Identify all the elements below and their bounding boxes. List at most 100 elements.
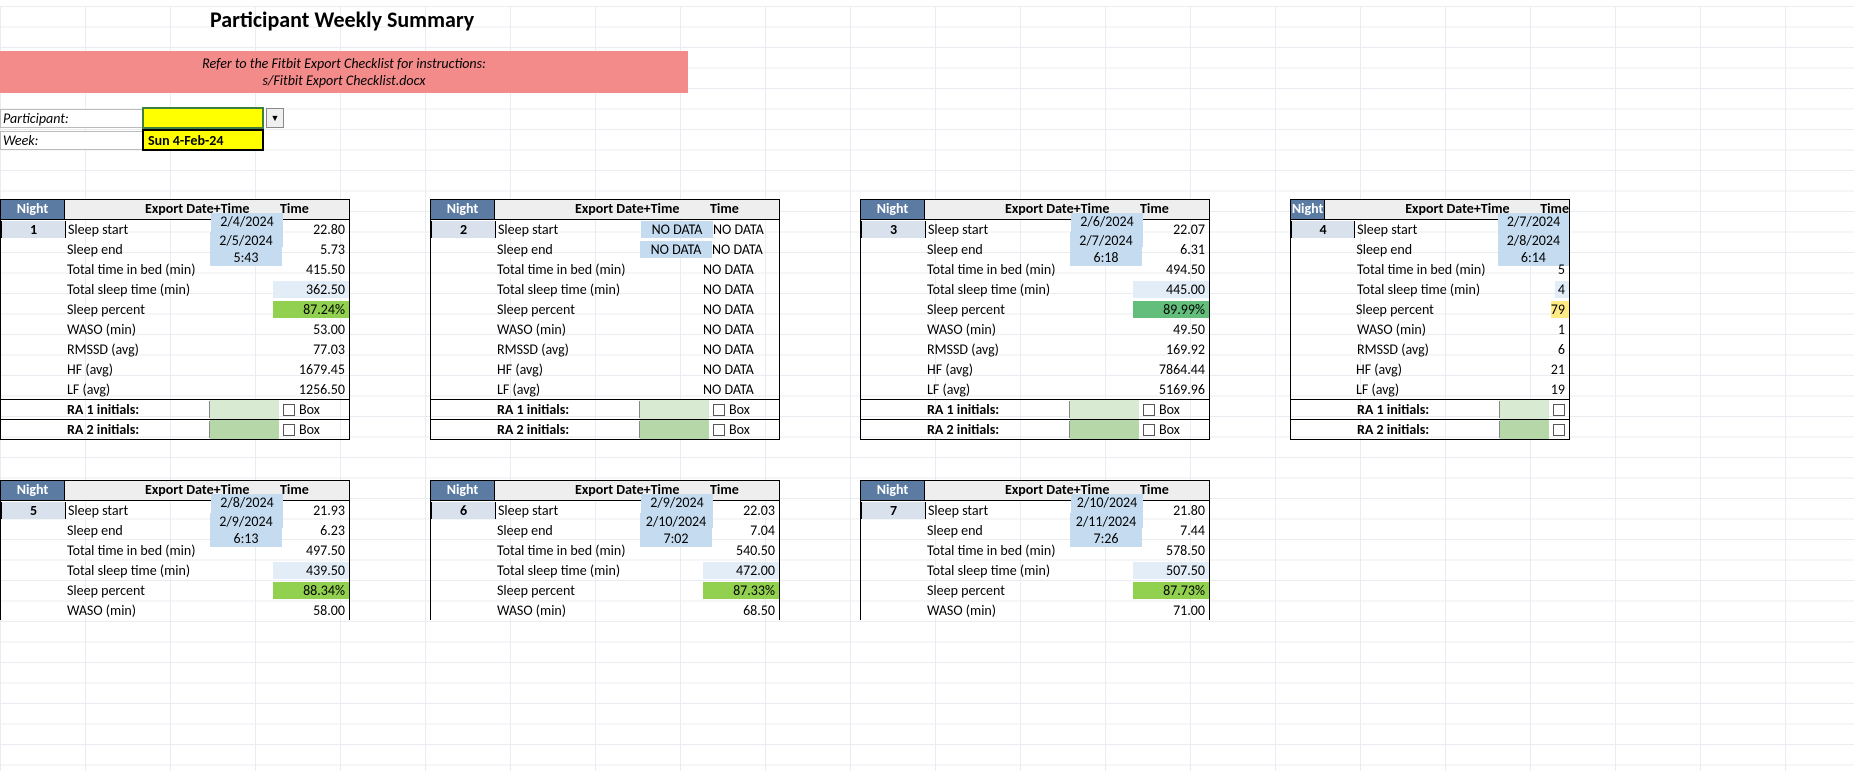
ra1-input[interactable] [640,400,709,419]
ra2-input[interactable] [640,420,709,439]
row-label: LF (avg) [925,381,1133,398]
ra2-input[interactable] [1500,420,1549,439]
cell[interactable]: 87.24% [273,301,349,318]
week-label: Week: [0,131,142,150]
box-label: Box [729,401,750,418]
checkbox[interactable] [1143,424,1155,436]
cell[interactable]: 89.99% [1133,301,1209,318]
night-card-6: NightExport Date+TimeTime 6Sleep start2/… [430,480,780,620]
cell[interactable]: 6.31 [1142,241,1209,258]
checkbox[interactable] [1553,424,1565,436]
cell[interactable]: NO DATA [703,321,779,338]
ra2-label: RA 2 initials: [1355,421,1500,438]
cell[interactable]: 5 [1555,261,1569,278]
row-label: Sleep percent [495,582,703,599]
ra1-input[interactable] [1070,400,1139,419]
cell[interactable]: 68.50 [703,602,779,619]
cell[interactable]: 21.93 [283,502,349,519]
row-label: Total sleep time (min) [495,281,703,298]
cell[interactable]: 362.50 [273,281,349,298]
hdr-time: Time [280,200,349,219]
checkbox[interactable] [1143,404,1155,416]
night-number: 4 [1291,221,1355,238]
cell[interactable]: NO DATA [712,241,779,258]
cell[interactable]: 5169.96 [1133,381,1209,398]
cell[interactable]: 578.50 [1133,542,1209,559]
ra2-input[interactable] [210,420,279,439]
cards-row-1: Night Export Date+Time Time 1 Sleep star… [0,199,1854,440]
cell[interactable]: 4 [1555,281,1569,298]
cell[interactable]: 7864.44 [1133,361,1209,378]
cell[interactable]: NO DATA [703,361,779,378]
cell[interactable]: NO DATA [713,221,779,238]
cell[interactable]: 87.33% [703,582,779,599]
cell[interactable]: 77.03 [273,341,349,358]
cell[interactable]: 507.50 [1133,562,1209,579]
cell[interactable]: 7.44 [1142,522,1209,539]
cell[interactable]: NO DATA [703,281,779,298]
night-card-2: Night Export Date+TimeTime 2Sleep startN… [430,199,780,440]
cell[interactable]: 88.34% [273,582,349,599]
cell[interactable]: 540.50 [703,542,779,559]
cell[interactable]: 6 [1555,341,1569,358]
checkbox[interactable] [713,424,725,436]
cell[interactable]: 79 [1551,301,1569,318]
checkbox[interactable] [283,424,295,436]
cell[interactable]: 22.07 [1143,221,1209,238]
cell[interactable]: NO DATA [703,261,779,278]
row-label: Sleep start [66,502,211,519]
cell[interactable]: 7.04 [712,522,779,539]
cell[interactable]: 49.50 [1133,321,1209,338]
cell[interactable]: 1679.45 [273,361,349,378]
page-title: Participant Weekly Summary [210,6,1854,33]
cell[interactable]: 439.50 [273,562,349,579]
cell[interactable]: NO DATA [640,241,712,258]
cell[interactable]: NO DATA [703,381,779,398]
cell[interactable]: NO DATA [703,301,779,318]
hdr-time: Time [710,481,779,500]
row-label: Total sleep time (min) [65,281,273,298]
cell[interactable]: 445.00 [1133,281,1209,298]
cell[interactable]: NO DATA [703,341,779,358]
cell[interactable]: 87.73% [1133,582,1209,599]
cell[interactable]: 21.80 [1143,502,1209,519]
ra2-label: RA 2 initials: [495,421,640,438]
cell[interactable]: 21 [1551,361,1569,378]
row-label: Sleep percent [925,582,1133,599]
cell[interactable]: 1 [1555,321,1569,338]
cell[interactable]: 472.00 [703,562,779,579]
row-label: Total time in bed (min) [925,261,1133,278]
cell[interactable]: 22.03 [713,502,779,519]
cell[interactable]: 22.80 [283,221,349,238]
cell[interactable]: 169.92 [1133,341,1209,358]
cell[interactable]: 71.00 [1133,602,1209,619]
cell[interactable]: 58.00 [273,602,349,619]
cell[interactable]: 415.50 [273,261,349,278]
checkbox[interactable] [1553,404,1565,416]
week-value[interactable]: Sun 4-Feb-24 [142,129,264,151]
ra1-input[interactable] [210,400,279,419]
cell[interactable]: 6.23 [282,522,349,539]
dropdown-icon[interactable]: ▼ [266,108,284,128]
cell[interactable]: 53.00 [273,321,349,338]
checkbox[interactable] [283,404,295,416]
ra2-label: RA 2 initials: [925,421,1070,438]
ra2-label: RA 2 initials: [65,421,210,438]
checkbox[interactable] [713,404,725,416]
ra2-input[interactable] [1070,420,1139,439]
row-label: Sleep percent [1354,301,1551,318]
cell[interactable]: 497.50 [273,542,349,559]
cell[interactable]: NO DATA [641,221,713,238]
row-label: LF (avg) [1354,381,1551,398]
row-label: Sleep end [65,241,210,258]
hdr-time: Time [280,481,349,500]
cell[interactable]: 5.73 [282,241,349,258]
hdr-time: Time [710,200,779,219]
participant-dropdown[interactable] [142,107,264,129]
night-header: Night [860,480,925,500]
cell[interactable]: 494.50 [1133,261,1209,278]
row-label: Total time in bed (min) [495,261,703,278]
ra1-input[interactable] [1500,400,1549,419]
cell[interactable]: 19 [1551,381,1569,398]
cell[interactable]: 1256.50 [273,381,349,398]
